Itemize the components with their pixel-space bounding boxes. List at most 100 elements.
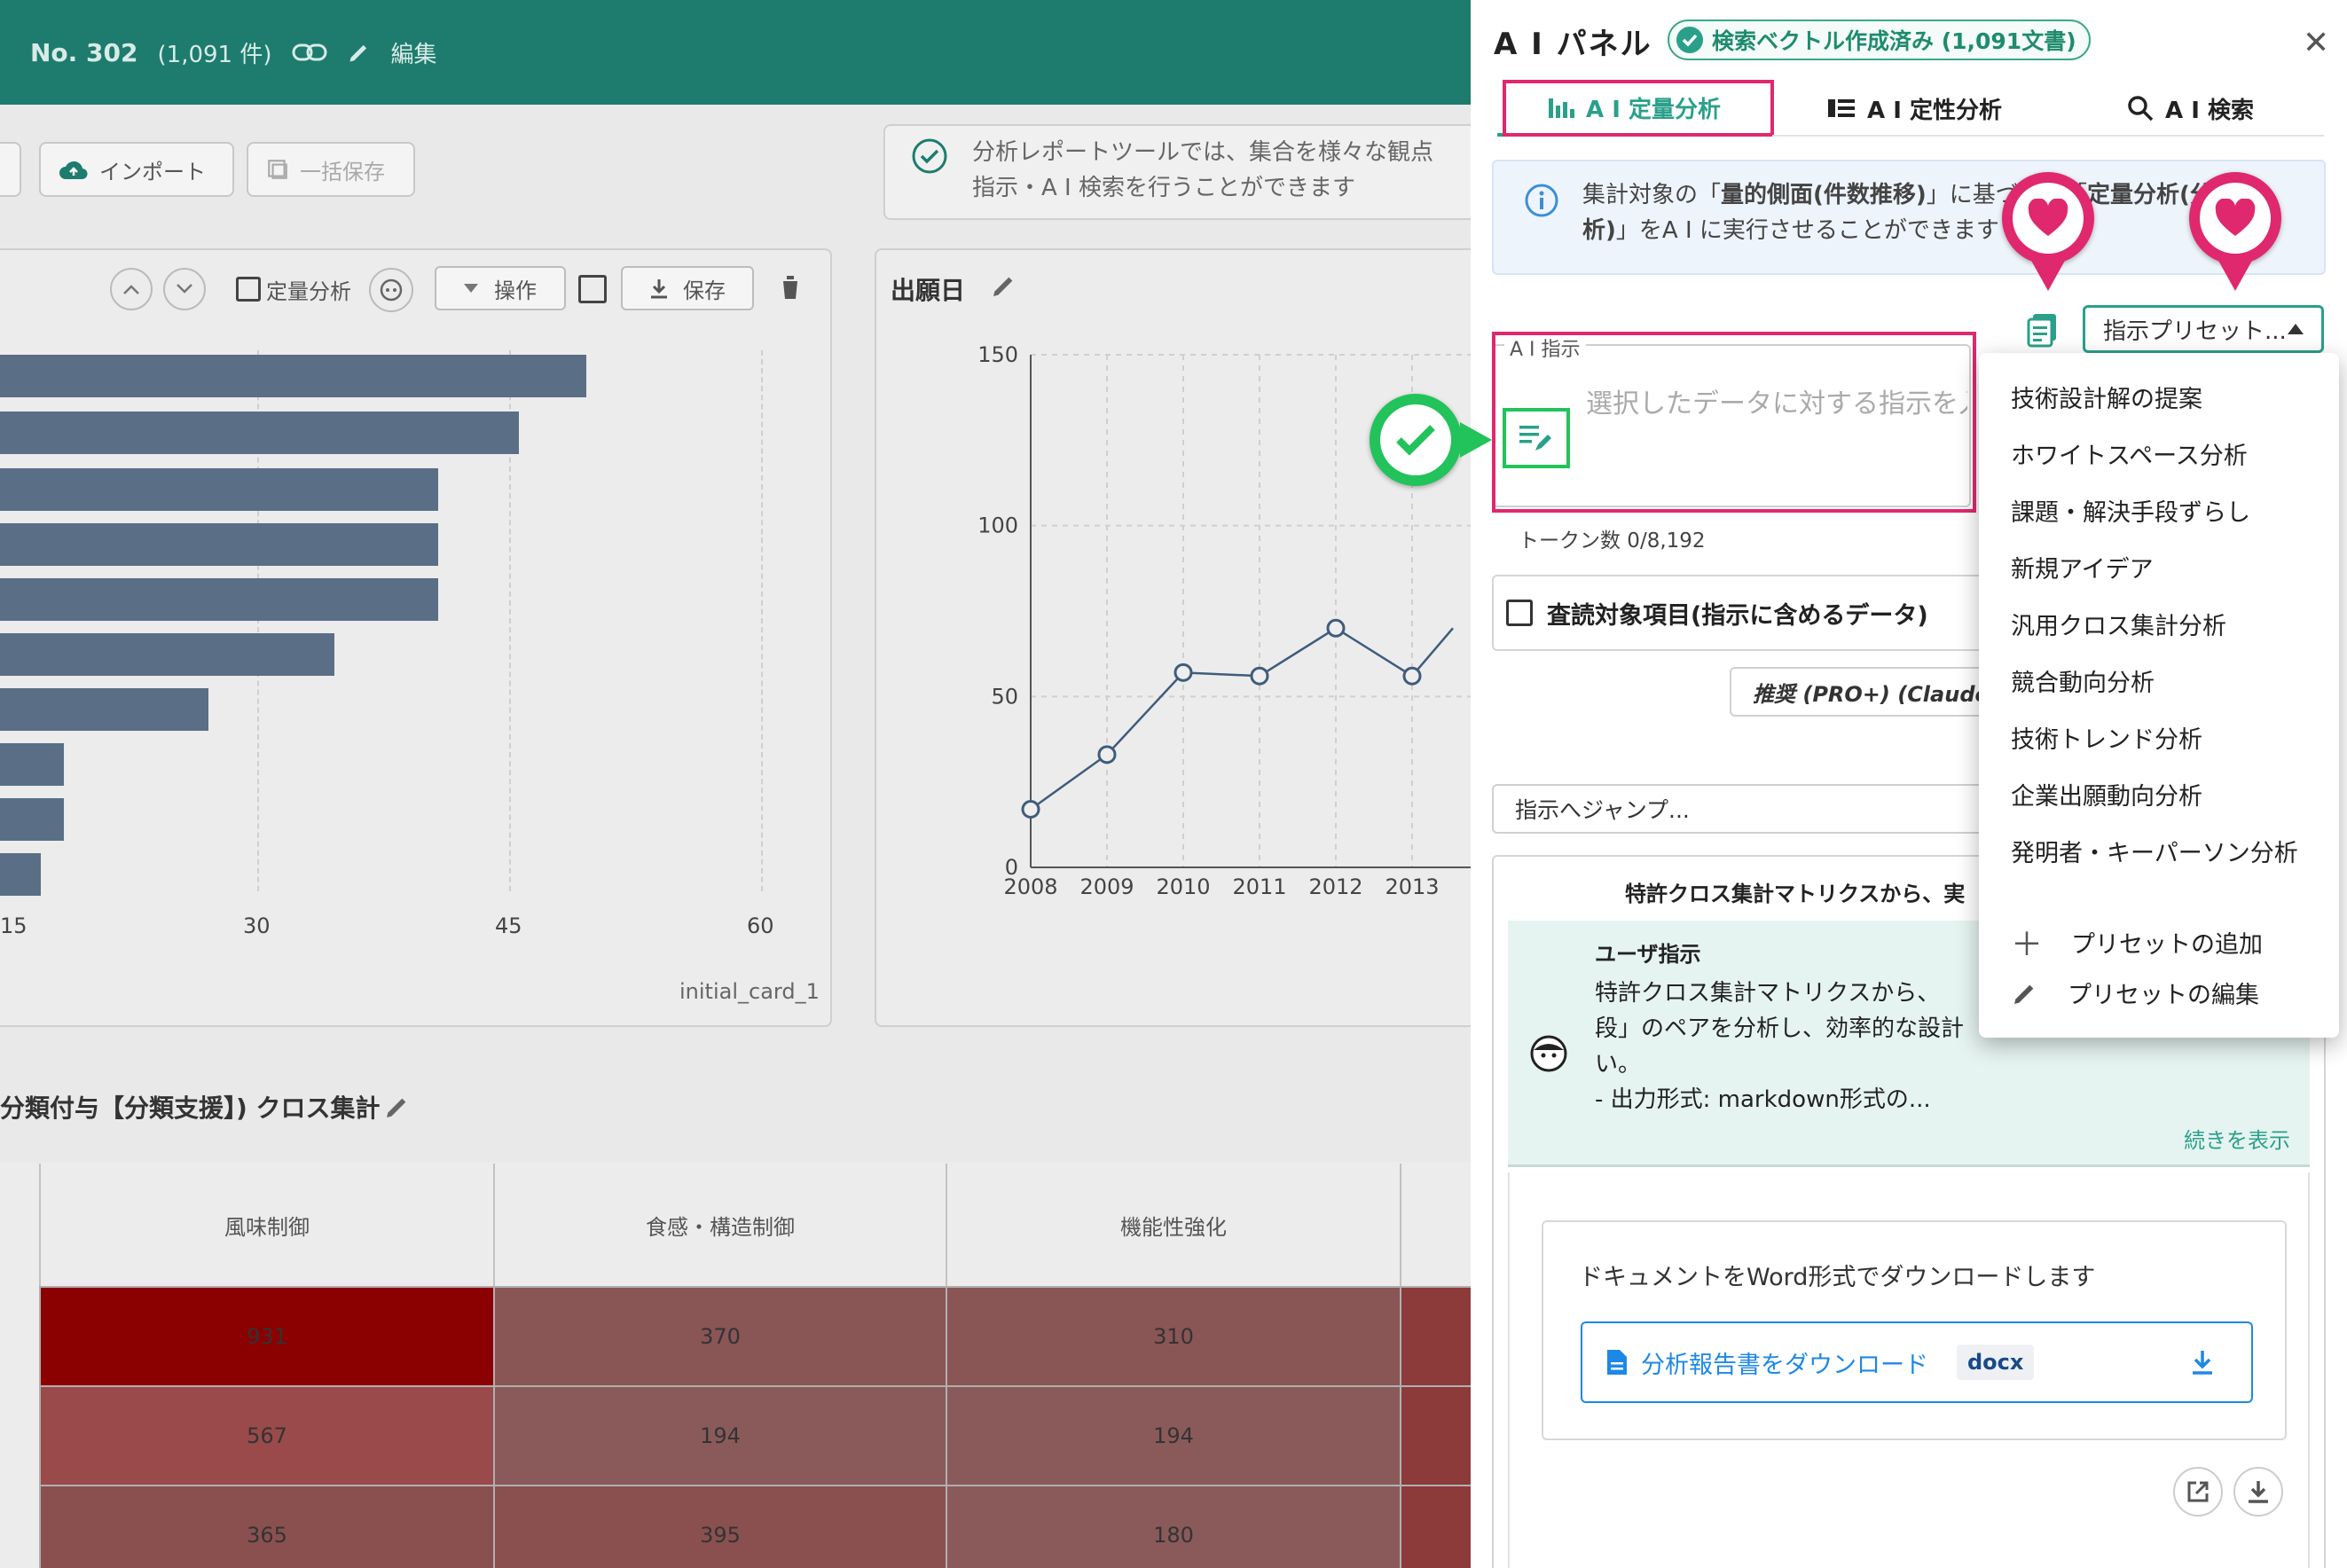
y-tick: 100 bbox=[977, 514, 1018, 538]
jump-to-instruction-select[interactable]: 指示へジャンプ... bbox=[1492, 784, 1989, 834]
download-card: ドキュメントをWord形式でダウンロードします 分析報告書をダウンロード doc… bbox=[1542, 1220, 2287, 1440]
jump-label: 指示へジャンプ... bbox=[1515, 797, 1690, 823]
vector-status-badge: 検索ベクトル作成済み (1,091文書) bbox=[1668, 20, 2091, 60]
x-tick: 2013 bbox=[1385, 874, 1439, 899]
document-icon bbox=[1607, 1350, 1627, 1375]
model-select-button[interactable]: 推奨 (PRO+) (Claude S bbox=[1730, 667, 1996, 717]
preset-menu-item[interactable]: 技術設計解の提案 bbox=[2011, 380, 2202, 414]
x-tick: 15 bbox=[0, 913, 27, 938]
pencil-icon[interactable] bbox=[383, 1093, 412, 1121]
tab-label: A I 定性分析 bbox=[1867, 97, 2002, 124]
preset-menu-item[interactable]: 技術トレンド分析 bbox=[2011, 720, 2202, 755]
download-description: ドキュメントをWord形式でダウンロードします bbox=[1579, 1264, 2096, 1291]
data-point bbox=[1097, 745, 1117, 764]
preset-label: 指示プリセット... bbox=[2103, 318, 2287, 345]
y-tick: 150 bbox=[977, 342, 1018, 367]
collection-count: (1,091 件) bbox=[157, 41, 272, 68]
table-cell: 370 bbox=[493, 1286, 946, 1385]
note-edit-icon bbox=[1519, 426, 1551, 451]
x-tick: 2010 bbox=[1156, 874, 1210, 899]
download-icon bbox=[651, 279, 667, 299]
preset-menu: 技術設計解の提案ホワイトスペース分析 課題・解決手段ずらし 新規アイデア汎用クロス集… bbox=[1979, 353, 2339, 1038]
preset-menu-item[interactable]: 発明者・キーパーソン分析 bbox=[2011, 834, 2298, 868]
download-icon bbox=[2193, 1351, 2212, 1375]
table-cell-extra bbox=[1400, 1485, 1471, 1568]
add-preset-item[interactable]: ＋ プリセットの追加 bbox=[2011, 919, 2263, 965]
vector-status-text: 検索ベクトル作成済み (1,091文書) bbox=[1712, 28, 2076, 54]
preset-menu-item[interactable]: ホワイトスペース分析 bbox=[2011, 436, 2248, 471]
ai-face-button[interactable] bbox=[369, 268, 413, 312]
cloud-upload-icon bbox=[59, 161, 88, 180]
caret-down-icon bbox=[464, 284, 478, 293]
preset-menu-item[interactable]: 課題・解決手段ずらし bbox=[2011, 493, 2250, 528]
heart-icon bbox=[2028, 199, 2068, 236]
pencil-icon[interactable] bbox=[990, 271, 1018, 300]
data-point bbox=[1402, 666, 1422, 686]
review-items-checkbox[interactable]: 査読対象項目(指示に含めるデータ) bbox=[1492, 575, 1989, 651]
import-label: インポート bbox=[99, 159, 206, 184]
x-tick: 45 bbox=[495, 913, 522, 938]
close-icon[interactable]: ✕ bbox=[2303, 25, 2329, 61]
pencil-icon[interactable] bbox=[347, 40, 372, 65]
edit-preset-item[interactable]: プリセットの編集 bbox=[2011, 976, 2259, 1010]
document-list-icon[interactable] bbox=[2026, 312, 2060, 348]
x-tick: 2008 bbox=[1003, 874, 1057, 899]
move-down-button[interactable] bbox=[163, 268, 206, 310]
info-text-bold: 量的側面(件数推移) bbox=[1721, 182, 1927, 208]
bulk-save-button[interactable]: 一括保存 bbox=[247, 142, 415, 197]
preset-menu-item[interactable]: 競合動向分析 bbox=[2011, 663, 2155, 698]
move-up-button[interactable] bbox=[110, 268, 153, 310]
open-external-button[interactable] bbox=[2173, 1467, 2223, 1517]
bulk-save-label: 一括保存 bbox=[300, 159, 385, 184]
save-stack-icon bbox=[268, 160, 287, 179]
table-cell-extra bbox=[1400, 1286, 1471, 1385]
bar bbox=[0, 523, 439, 566]
checkbox-square bbox=[236, 277, 261, 302]
y-tick: 50 bbox=[991, 684, 1018, 709]
info-text: 集計対象の「 bbox=[1582, 182, 1722, 208]
preset-dropdown[interactable]: 指示プリセット... bbox=[2083, 305, 2324, 353]
x-tick: 2009 bbox=[1079, 874, 1134, 899]
user-instruction-title: ユーザ指示 bbox=[1595, 942, 1701, 967]
download-report-button[interactable]: 分析報告書をダウンロード docx bbox=[1581, 1321, 2253, 1403]
tab-qual-analysis[interactable]: A I 定性分析 bbox=[1772, 82, 2056, 137]
check-circle-icon bbox=[912, 138, 947, 174]
plus-icon: ＋ bbox=[2011, 927, 2044, 963]
list-icon bbox=[1828, 99, 1856, 117]
panel-title: A I パネル bbox=[1494, 27, 1652, 62]
highlight-box bbox=[1503, 80, 1774, 137]
quant-analysis-checkbox[interactable]: 定量分析 bbox=[236, 271, 351, 307]
show-more-link[interactable]: 続きを表示 bbox=[2184, 1123, 2290, 1154]
column-header: 食感・構造制御 bbox=[493, 1164, 946, 1286]
import-button[interactable]: インポート bbox=[39, 142, 234, 197]
edit-instruction-button[interactable] bbox=[1503, 408, 1570, 468]
table-cell: 180 bbox=[946, 1485, 1400, 1568]
review-items-label: 査読対象項目(指示に含めるデータ) bbox=[1547, 601, 1928, 630]
bar bbox=[0, 688, 209, 731]
preset-menu-item[interactable]: 新規アイデア bbox=[2011, 550, 2154, 584]
select-checkbox[interactable] bbox=[578, 275, 607, 303]
quant-analysis-label: 定量分析 bbox=[266, 278, 351, 304]
link-icon[interactable] bbox=[292, 42, 327, 63]
toolbar-left-stub[interactable] bbox=[0, 142, 21, 197]
user-avatar-icon bbox=[1530, 1035, 1567, 1072]
token-count: トークン数 0/8,192 bbox=[1519, 529, 1706, 553]
heart-pin-marker bbox=[2002, 172, 2094, 291]
table-cell: 194 bbox=[946, 1385, 1400, 1485]
tab-ai-search[interactable]: A I 検索 bbox=[2056, 82, 2324, 137]
download-chat-button[interactable] bbox=[2233, 1467, 2283, 1517]
edit-link[interactable]: 編集 bbox=[391, 36, 437, 69]
table-cell: 310 bbox=[946, 1286, 1400, 1385]
caret-up-icon bbox=[2288, 324, 2304, 334]
info-text: 」をA I に実行させることができます bbox=[1615, 217, 1999, 244]
table-cell-extra bbox=[1400, 1385, 1471, 1485]
checkbox-square bbox=[1506, 600, 1533, 626]
operation-dropdown[interactable]: 操作 bbox=[435, 266, 566, 310]
delete-button[interactable] bbox=[777, 270, 804, 305]
save-button[interactable]: 保存 bbox=[621, 266, 754, 310]
preset-menu-item[interactable]: 汎用クロス集計分析 bbox=[2011, 607, 2226, 641]
model-label: 推奨 (PRO+) (Claude S bbox=[1753, 681, 1996, 707]
chevron-up-icon bbox=[123, 285, 139, 294]
preset-menu-item[interactable]: 企業出願動向分析 bbox=[2011, 777, 2202, 811]
x-tick: 2011 bbox=[1232, 874, 1286, 899]
